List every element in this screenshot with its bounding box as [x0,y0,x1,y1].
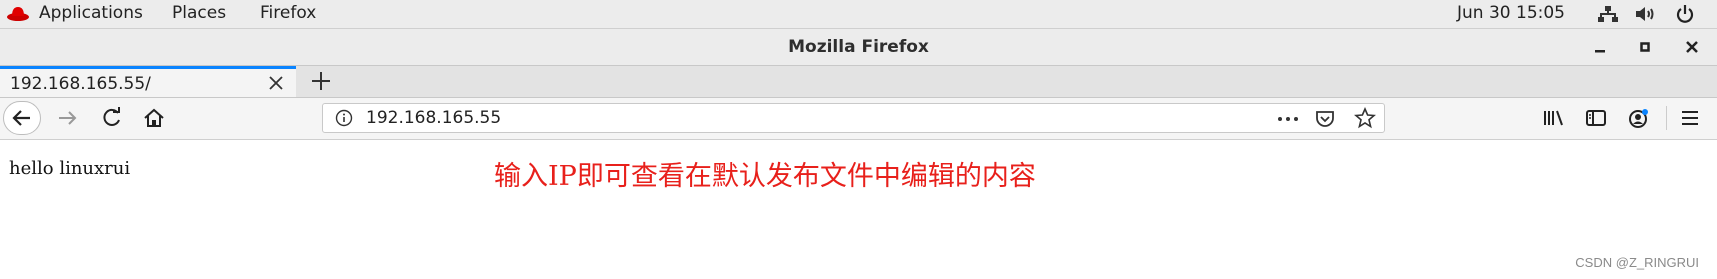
bookmark-star-icon[interactable] [1354,107,1376,129]
account-icon [1629,109,1648,128]
home-icon [144,108,164,127]
tab-bar: 192.168.165.55/ [0,66,1717,98]
more-actions-icon[interactable] [1276,111,1300,127]
top-panel: Applications Places Firefox Jun 30 15:05 [0,0,1717,29]
tab-close-icon[interactable] [268,71,284,95]
toolbar-divider [1666,106,1667,130]
library-icon [1544,110,1563,126]
sidebar-icon [1586,110,1606,126]
hamburger-menu-icon [1682,111,1698,125]
navigation-toolbar: 192.168.165.55 [0,98,1717,140]
volume-icon[interactable] [1634,5,1658,23]
forward-icon [59,111,77,125]
account-button[interactable] [1624,104,1652,132]
url-bar[interactable]: 192.168.165.55 [322,103,1385,133]
clock[interactable]: Jun 30 15:05 [1457,3,1565,23]
hamburger-menu-button[interactable] [1676,104,1704,132]
power-icon[interactable] [1675,4,1695,24]
watermark: CSDN @Z_RINGRUI [1575,255,1699,270]
url-text[interactable]: 192.168.165.55 [366,108,501,128]
library-button[interactable] [1540,104,1568,132]
info-icon[interactable] [335,109,353,127]
tab-label: 192.168.165.55/ [10,74,151,94]
maximize-button[interactable] [1633,35,1657,59]
annotation-text: 输入IP即可查看在默认发布文件中编辑的内容 [494,161,1036,192]
menu-places[interactable]: Places [172,3,226,23]
page-body-text: hello linuxrui [9,158,131,179]
menu-firefox[interactable]: Firefox [260,3,316,23]
page-content: hello linuxrui 输入IP即可查看在默认发布文件中编辑的内容 [0,140,1717,279]
forward-button[interactable] [54,104,82,132]
close-window-button[interactable] [1680,35,1704,59]
reload-icon [103,107,120,126]
window-titlebar: Mozilla Firefox [0,29,1717,66]
redhat-logo-icon[interactable] [6,4,30,22]
network-icon[interactable] [1597,5,1619,23]
reload-button[interactable] [98,104,126,132]
sidebar-button[interactable] [1582,104,1610,132]
window-title: Mozilla Firefox [788,37,929,57]
minimize-button[interactable] [1588,35,1612,59]
home-button[interactable] [140,104,168,132]
back-button[interactable] [3,101,41,135]
pocket-icon[interactable] [1314,108,1336,130]
new-tab-button[interactable] [310,64,332,98]
tab-active[interactable]: 192.168.165.55/ [0,66,296,97]
menu-applications[interactable]: Applications [39,3,143,23]
back-icon [12,110,30,126]
